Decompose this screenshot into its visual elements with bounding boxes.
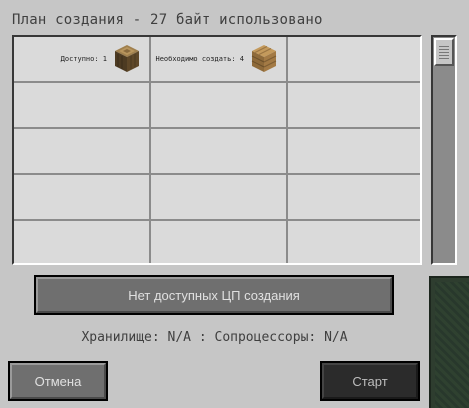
grid-cell[interactable] xyxy=(151,129,286,173)
window-title: План создания - 27 байт использовано xyxy=(12,12,323,28)
start-button-label: Старт xyxy=(352,373,388,389)
grid-cell[interactable] xyxy=(151,175,286,219)
grid-cell-available[interactable]: Доступно: 1 xyxy=(14,37,149,81)
crafting-plan-window: План создания - 27 байт использовано Дос… xyxy=(0,0,429,408)
crafting-cpu-status-label: Нет доступных ЦП создания xyxy=(128,287,300,303)
start-button[interactable]: Старт xyxy=(320,361,420,401)
grid-cell[interactable] xyxy=(14,83,149,127)
grid-cell[interactable] xyxy=(14,175,149,219)
grid-cell[interactable] xyxy=(151,83,286,127)
grid-cells: Доступно: 1 Необходимо создать: 4 xyxy=(14,37,420,263)
grid-cell[interactable] xyxy=(288,37,420,81)
cancel-button-label: Отмена xyxy=(34,373,82,389)
oak-log-icon xyxy=(115,45,139,72)
to-craft-label: Необходимо создать: 4 xyxy=(155,55,244,63)
cancel-button[interactable]: Отмена xyxy=(8,361,108,401)
storage-coprocessors-info: Хранилище: N/A : Сопроцессоры: N/A xyxy=(81,330,348,345)
grid-cell[interactable] xyxy=(288,221,420,263)
grid-cell[interactable] xyxy=(288,129,420,173)
grid-cell[interactable] xyxy=(288,83,420,127)
crafting-plan-grid: Доступно: 1 Необходимо создать: 4 xyxy=(12,35,422,265)
crafting-cpu-selector-button[interactable]: Нет доступных ЦП создания xyxy=(34,275,394,315)
scrollbar-track[interactable] xyxy=(431,35,457,265)
available-label: Доступно: 1 xyxy=(60,55,107,63)
grid-cell[interactable] xyxy=(14,129,149,173)
oak-planks-icon xyxy=(251,45,277,72)
grid-cell[interactable] xyxy=(151,221,286,263)
background-world-view xyxy=(429,276,469,408)
grid-cell[interactable] xyxy=(288,175,420,219)
scrollbar-thumb[interactable] xyxy=(434,38,454,66)
grid-cell-to-craft[interactable]: Необходимо создать: 4 xyxy=(151,37,286,81)
grid-cell[interactable] xyxy=(14,221,149,263)
